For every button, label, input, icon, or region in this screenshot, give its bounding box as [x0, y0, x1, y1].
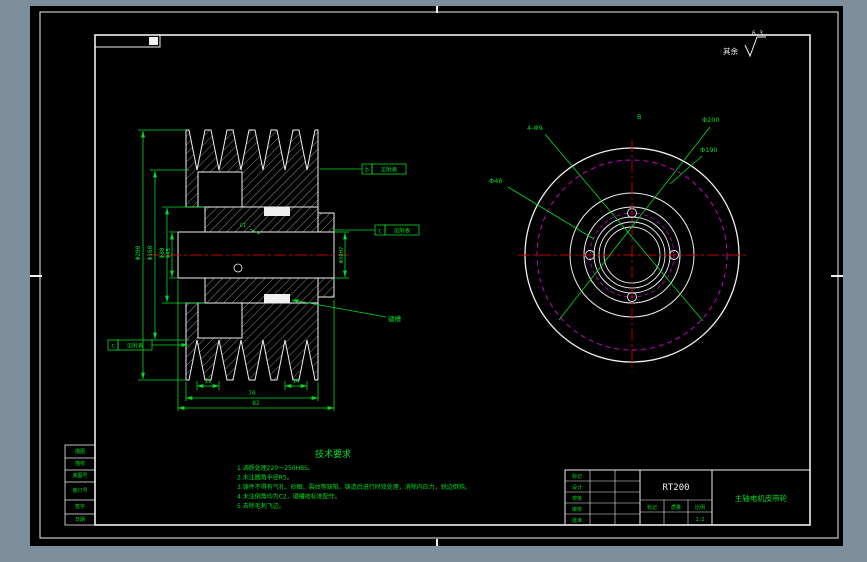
sign-label: 校核 — [572, 495, 582, 502]
callout-b-text: 见附表 — [381, 166, 398, 174]
margin-row-label: 底图号 — [72, 472, 87, 479]
dim-snout: Φ45 — [166, 248, 172, 258]
chamfer-label: C1 — [240, 223, 247, 229]
dim-overall: 82 — [252, 400, 260, 407]
dim-bore: Φ38H7 — [339, 247, 345, 264]
keyway-top — [264, 207, 290, 216]
stage-label: 质量 — [671, 504, 681, 511]
sign-label: 标记 — [572, 473, 582, 480]
tech-req-line: 2.未注圆角半径R5。 — [237, 474, 293, 482]
keyway-label: 键槽 — [388, 314, 402, 323]
roughness-value: 6.3 — [752, 30, 763, 37]
margin-row-label: 描校 — [75, 460, 85, 467]
dim-width: 70 — [248, 390, 256, 397]
relief-window-bottom — [197, 302, 243, 339]
hub-web-bottom — [204, 277, 319, 304]
callout-b-letter: b — [365, 167, 369, 174]
margin-row-label: 装订号 — [72, 487, 87, 494]
surface-note-text: 其余 — [723, 46, 738, 56]
callout-c1-text: 见附表 — [394, 227, 411, 235]
frame-corner-mark — [149, 37, 158, 45]
drawing-sheet — [30, 6, 843, 546]
tech-req-line: 4.未注倒角均为C2，键槽按标准配作。 — [237, 493, 341, 501]
callout-c1-letter: c — [378, 228, 382, 235]
part-name: 主轴电机皮带轮 — [735, 493, 788, 503]
tech-req-title: 技术要求 — [315, 448, 351, 460]
keyway-bottom — [264, 294, 290, 303]
scale-value: 1:2 — [695, 517, 704, 523]
hub-web-top — [204, 206, 319, 233]
stage-label: 比例 — [695, 504, 705, 511]
callout-c2-letter: c — [111, 343, 115, 350]
sign-label: 批准 — [572, 517, 582, 524]
tech-req-line: 5.去除毛刺飞边。 — [237, 502, 285, 510]
drawing-number: RT200 — [662, 483, 689, 493]
dim-groove: Φ160 — [147, 245, 154, 260]
tech-req-line: 1.调质处理220～250HBS。 — [237, 464, 314, 472]
margin-row-label: 日期 — [75, 517, 85, 523]
margin-row-label: 签字 — [75, 503, 85, 510]
cad-drawing-page: 其余 6.3 Φ200 Φ160 Φ80 Φ45 Φ38H7 19 14 70 … — [0, 0, 867, 562]
sign-label: 设计 — [572, 484, 582, 491]
section-mark: B — [637, 113, 641, 121]
label-outer: Φ200 — [702, 116, 720, 124]
stage-label: 标记 — [647, 504, 657, 511]
label-hub: Φ48 — [489, 177, 502, 185]
callout-c2-text: 见附表 — [127, 342, 144, 350]
tech-req-line: 3.铸件不得有气孔、砂眼、裂纹等缺陷，铸造后进行时效处理，消除内应力，锐边倒钝。 — [237, 483, 471, 491]
label-holes: 4-Φ9 — [527, 124, 543, 132]
margin-row-label: 描图 — [75, 448, 85, 455]
relief-window-top — [197, 171, 243, 208]
label-pitch: Φ190 — [700, 146, 718, 154]
dim-hub: Φ80 — [159, 247, 166, 258]
drawing-canvas: 其余 6.3 Φ200 Φ160 Φ80 Φ45 Φ38H7 19 14 70 … — [0, 0, 867, 562]
sign-label: 审核 — [572, 506, 582, 513]
dim-tooth2: 14 — [292, 378, 300, 385]
dim-outer: Φ200 — [135, 245, 142, 260]
dim-tooth1: 19 — [204, 378, 212, 385]
